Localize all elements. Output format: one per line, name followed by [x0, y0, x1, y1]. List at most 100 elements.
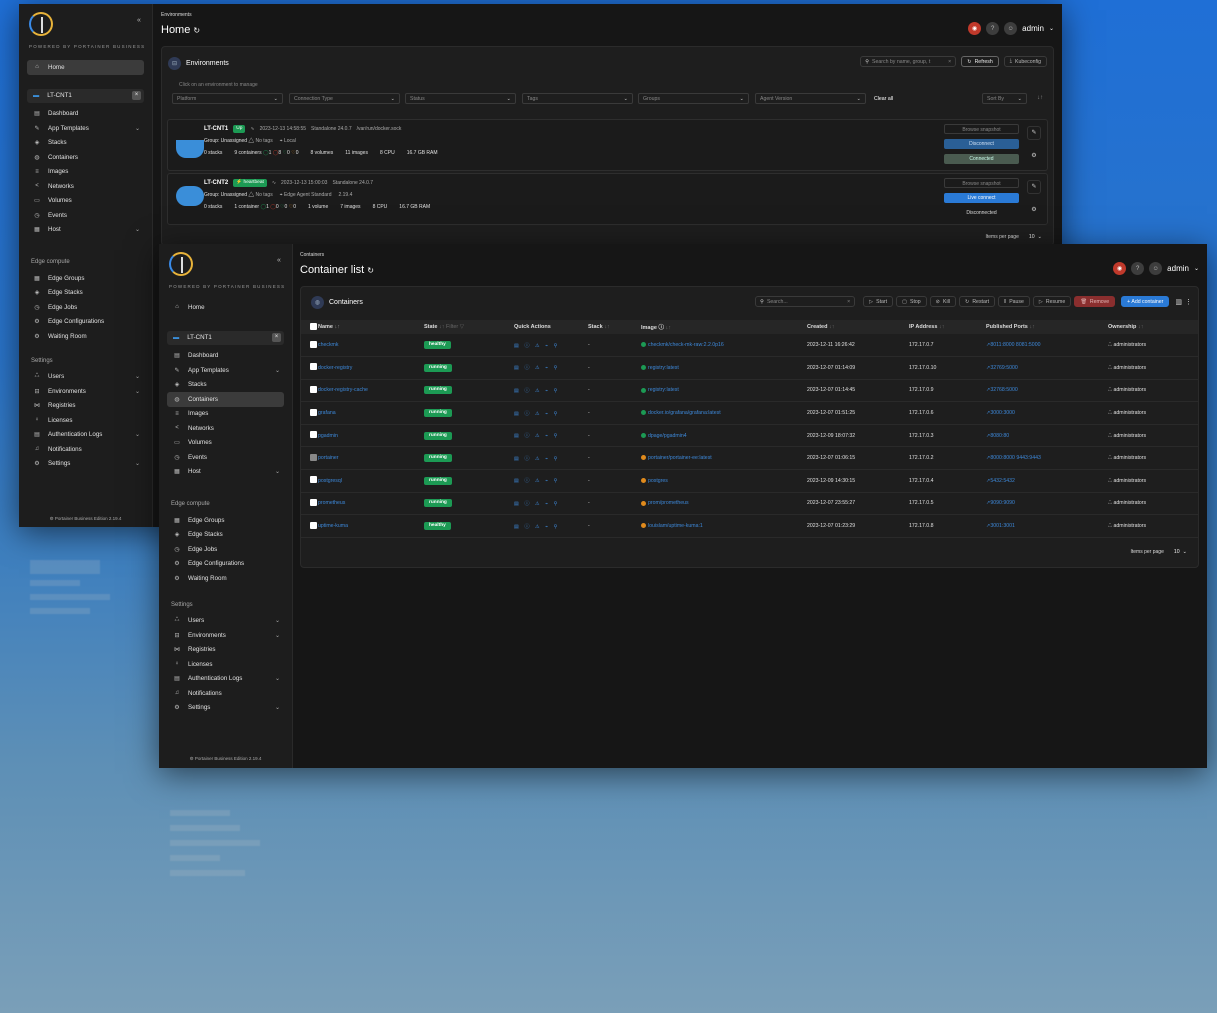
sidebar-item-edge-groups[interactable]: ▦ Edge Groups [27, 271, 144, 286]
column-state[interactable]: State ↓↑ Filter ▽ [424, 320, 514, 334]
env-selector[interactable]: ▬ LT-CNT1 × [167, 330, 284, 345]
row-checkbox[interactable] [310, 385, 317, 393]
tags-filter[interactable]: Tags ⌄ [522, 93, 633, 104]
sidebar-item-edge-stacks[interactable]: ◈ Edge Stacks [167, 528, 284, 543]
clear-icon[interactable]: × [847, 299, 850, 305]
column-ip-address[interactable]: IP Address ↓↑ [909, 320, 986, 334]
column-ownership[interactable]: Ownership ↓↑ [1108, 320, 1198, 334]
platform-filter[interactable]: Platform ⌄ [172, 93, 283, 104]
groups-filter[interactable]: Groups ⌄ [638, 93, 749, 104]
help-icon[interactable]: ? [986, 22, 1000, 35]
help-icon[interactable]: ? [1131, 262, 1145, 275]
sidebar-item-containers[interactable]: ◍ Containers [27, 150, 144, 165]
sidebar-item-edge-configurations[interactable]: ⚙ Edge Configurations [27, 315, 144, 330]
columns-icon[interactable]: ▥ [1175, 298, 1182, 306]
row-checkbox[interactable] [310, 431, 317, 439]
column-stack[interactable]: Stack ↓↑ [588, 320, 641, 334]
row-checkbox[interactable] [310, 363, 317, 371]
sidebar-item-host[interactable]: ▦ Host ⌄ [167, 465, 284, 480]
table-row[interactable]: uptime-kuma healthy ▤ ⓘ ⚠ ⌁ ⚲ - louislam/upt… [301, 514, 1198, 538]
row-checkbox[interactable] [310, 408, 317, 416]
sidebar-item-app-templates[interactable]: ✎ App Templates ⌄ [167, 363, 284, 378]
sidebar-item-images[interactable]: ≡ Images [27, 165, 144, 180]
row-checkbox[interactable] [310, 476, 317, 484]
quick-actions-icons[interactable]: ▤ ⓘ ⚠ ⌁ ⚲ [514, 388, 559, 394]
quick-actions-icons[interactable]: ▤ ⓘ ⚠ ⌁ ⚲ [514, 524, 559, 530]
browse-snapshot-button[interactable]: Browse snapshot [944, 178, 1019, 188]
environment-card-2[interactable]: LT-CNT2 ⚡ heartbeat ∿ 2023-12-13 15:00:0… [167, 173, 1048, 225]
refresh-icon[interactable]: ↻ [367, 266, 374, 275]
sidebar-item-licenses[interactable]: ♀ Licenses [27, 413, 144, 428]
sidebar-item-licenses[interactable]: ♀ Licenses [167, 657, 284, 672]
connection-type-filter[interactable]: Connection Type ⌄ [289, 93, 400, 104]
container-search-input[interactable]: ⚲ Search... × [755, 296, 856, 307]
published-ports-link[interactable]: ↗32769:5000 [986, 365, 1018, 371]
sidebar-item-networks[interactable]: < Networks [27, 179, 144, 194]
quick-actions-icons[interactable]: ▤ ⓘ ⚠ ⌁ ⚲ [514, 478, 559, 484]
quick-actions-icons[interactable]: ▤ ⓘ ⚠ ⌁ ⚲ [514, 365, 559, 371]
table-row[interactable]: checkmk healthy ▤ ⓘ ⚠ ⌁ ⚲ - checkmk/check-mk… [301, 334, 1198, 358]
image-link[interactable]: registry:latest [648, 365, 679, 371]
sidebar-item-events[interactable]: ◷ Events [167, 450, 284, 465]
user-menu[interactable]: ◉ ? ☺ admin ⌄ [968, 22, 1054, 35]
kubeconfig-button[interactable]: ⤓ Kubeconfig [1003, 56, 1047, 67]
column-created[interactable]: Created ↓↑ [807, 320, 909, 334]
sidebar-item-auth-logs[interactable]: ▤ Authentication Logs ⌄ [167, 672, 284, 687]
sidebar-item-auth-logs[interactable]: ▤ Authentication Logs ⌄ [27, 428, 144, 443]
sidebar-item-notifications[interactable]: ♫ Notifications [27, 442, 144, 457]
sidebar-item-home[interactable]: ⌂ Home [27, 60, 144, 75]
status-filter[interactable]: Status ⌄ [405, 93, 516, 104]
clear-all-link[interactable]: Clear all [874, 96, 893, 102]
quick-actions-icons[interactable]: ▤ ⓘ ⚠ ⌁ ⚲ [514, 411, 559, 417]
sidebar-item-registries[interactable]: ⋈ Registries [27, 399, 144, 414]
container-name-link[interactable]: docker-registry [318, 365, 352, 371]
sidebar-item-images[interactable]: ≡ Images [167, 407, 284, 422]
image-link[interactable]: docker.io/grafana/grafana:latest [648, 410, 721, 416]
published-ports-link[interactable]: ↗5432:5432 [986, 478, 1015, 484]
env-selector[interactable]: ▬ LT-CNT1 × [27, 88, 144, 103]
sort-by-select[interactable]: Sort By ⌄ [982, 93, 1027, 104]
sidebar-item-events[interactable]: ◷ Events [27, 208, 144, 223]
items-per-page-select[interactable]: 10 ⌄ [1168, 546, 1192, 557]
agent-version-filter[interactable]: Agent Version ⌄ [755, 93, 866, 104]
sidebar-item-edge-jobs[interactable]: ◷ Edge Jobs [27, 300, 144, 315]
image-link[interactable]: registry:latest [648, 387, 679, 393]
sidebar-item-registries[interactable]: ⋈ Registries [167, 643, 284, 658]
image-link[interactable]: prom/prometheus [648, 500, 689, 506]
environment-card-1[interactable]: LT-CNT1 Up ∿ 2023-12-13 14:58:55 Standal… [167, 119, 1048, 171]
start-button[interactable]: ▷ Start [863, 296, 894, 307]
remove-button[interactable]: 🗑 Remove [1074, 296, 1116, 307]
items-per-page-select[interactable]: 10 ⌄ [1023, 231, 1047, 242]
settings-icon[interactable]: ⚙ [1027, 150, 1041, 164]
sidebar-item-users[interactable]: ஃ Users ⌄ [27, 370, 144, 385]
quick-actions-icons[interactable]: ▤ ⓘ ⚠ ⌁ ⚲ [514, 456, 559, 462]
container-name-link[interactable]: grafana [318, 410, 336, 416]
live-connect-button[interactable]: Live connect [944, 193, 1019, 203]
environment-search-input[interactable]: ⚲ Search by name, group, t × [860, 56, 957, 67]
row-checkbox[interactable] [310, 521, 317, 529]
table-row[interactable]: grafana running ▤ ⓘ ⚠ ⌁ ⚲ - docker.io/grafan… [301, 401, 1198, 425]
container-name-link[interactable]: uptime-kuma [318, 523, 348, 529]
restart-button[interactable]: ↻ Restart [958, 296, 996, 307]
close-icon[interactable]: × [272, 333, 281, 342]
quick-actions-icons[interactable]: ▤ ⓘ ⚠ ⌁ ⚲ [514, 501, 559, 507]
published-ports-link[interactable]: ↗32768:5000 [986, 387, 1018, 393]
published-ports-link[interactable]: ↗8000:8000 9443:9443 [986, 455, 1041, 461]
container-name-link[interactable]: postgresql [318, 478, 342, 484]
sidebar-item-networks[interactable]: < Networks [167, 421, 284, 436]
sidebar-item-dashboard[interactable]: ▤ Dashboard [167, 349, 284, 364]
resume-button[interactable]: ▷ Resume [1032, 296, 1072, 307]
column-name[interactable]: Name ↓↑ [318, 320, 424, 334]
sidebar-item-edge-configurations[interactable]: ⚙ Edge Configurations [167, 557, 284, 572]
sidebar-item-users[interactable]: ஃ Users ⌄ [167, 614, 284, 629]
collapse-sidebar-icon[interactable]: « [134, 16, 144, 26]
published-ports-link[interactable]: ↗3000:3000 [986, 410, 1015, 416]
sort-order-icon[interactable]: ↓↑ [1037, 95, 1043, 101]
notification-icon[interactable]: ◉ [968, 22, 982, 35]
refresh-button[interactable]: ↻ Refresh [961, 56, 999, 67]
sidebar-item-waiting-room[interactable]: ⚙ Waiting Room [27, 329, 144, 344]
sidebar-item-settings[interactable]: ⚙ Settings ⌄ [27, 457, 144, 472]
column-published-ports[interactable]: Published Ports ↓↑ [986, 320, 1108, 334]
sidebar-item-edge-stacks[interactable]: ◈ Edge Stacks [27, 286, 144, 301]
published-ports-link[interactable]: ↗8011:8000 8081:5000 [986, 342, 1040, 348]
